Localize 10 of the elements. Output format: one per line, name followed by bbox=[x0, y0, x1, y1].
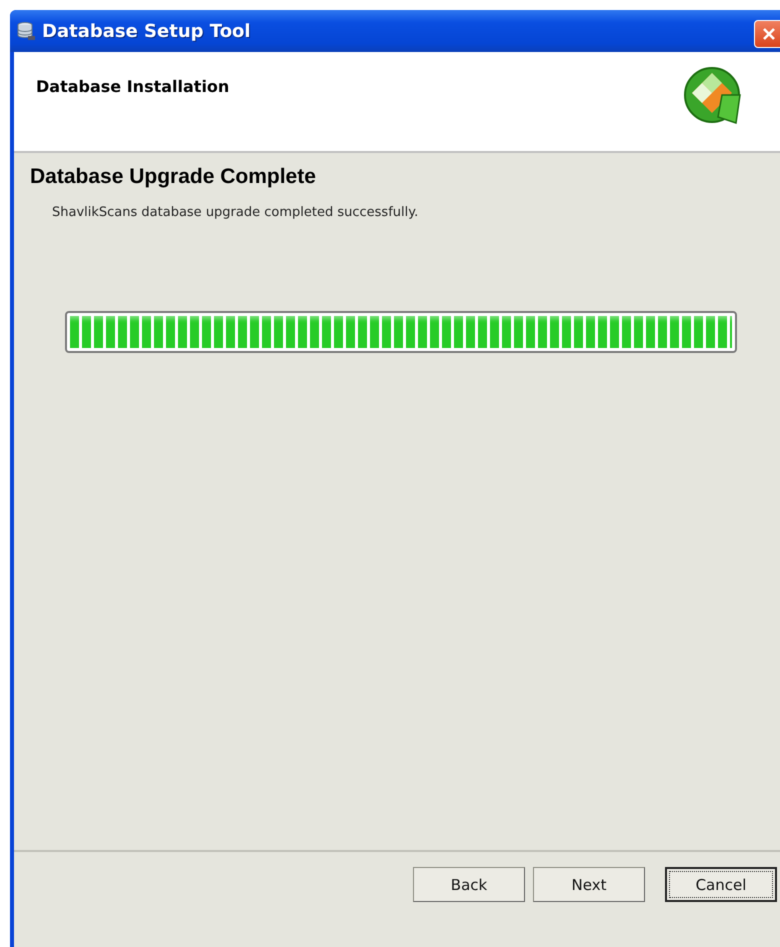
wizard-button[interactable]: Next bbox=[533, 867, 645, 902]
close-button[interactable] bbox=[754, 20, 780, 48]
status-message: ShavlikScans database upgrade completed successfully. bbox=[52, 205, 420, 220]
database-icon bbox=[16, 21, 36, 41]
header-title: Database Installation bbox=[36, 77, 230, 98]
wizard-button[interactable]: Cancel bbox=[665, 867, 777, 902]
wizard-button[interactable]: Back bbox=[413, 867, 525, 902]
close-icon bbox=[761, 26, 777, 42]
window-title: Database Setup Tool bbox=[42, 20, 251, 42]
page-heading: Database Upgrade Complete bbox=[30, 165, 317, 189]
